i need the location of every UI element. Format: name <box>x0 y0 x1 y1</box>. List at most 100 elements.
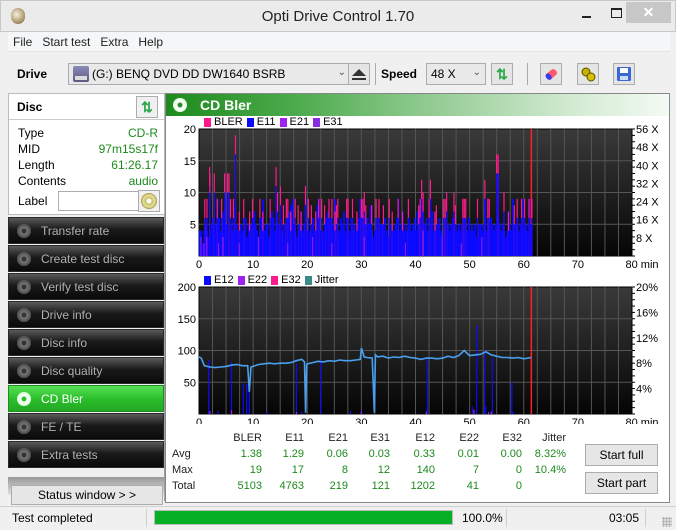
save-icon <box>617 67 631 81</box>
menu-extra[interactable]: Extra <box>95 35 133 49</box>
nav-item-disc-info[interactable]: Disc info <box>8 329 164 356</box>
disc-label-button[interactable] <box>138 190 160 212</box>
e11-bar <box>335 224 337 256</box>
e11-bar <box>290 230 292 256</box>
chart1-x-tick-label: 10 <box>247 259 259 271</box>
drive-select[interactable]: (G:) BENQ DVD DD DW1640 BSRB ⌄ <box>68 63 351 85</box>
e11-bar <box>275 186 277 256</box>
minimize-button[interactable] <box>573 2 599 23</box>
nav-item-label: Disc info <box>41 335 88 350</box>
e11-bar <box>269 217 271 256</box>
cd-icon <box>141 193 157 209</box>
e21-bar <box>363 236 365 256</box>
nav-item-drive-info[interactable]: Drive info <box>8 301 164 328</box>
left-panel: Disc ⇅ Type CD-R MID 97m15s17f Length 61:26… <box>8 93 165 505</box>
stats-row-label-total: Total <box>172 480 196 492</box>
stats-cell-total-e21: 219 <box>329 480 348 492</box>
e11-bar <box>285 217 287 256</box>
chart2-x-tick-label: 70 <box>572 417 584 424</box>
close-button[interactable]: ✕ <box>626 2 671 23</box>
e11-bar <box>401 230 404 256</box>
stats-cell-max-jitter: 10.4% <box>534 464 566 476</box>
e21-bar <box>460 243 462 256</box>
menu-start-test[interactable]: Start test <box>37 35 95 49</box>
e11-bar <box>453 211 455 256</box>
stats-cell-total-bler: 5103 <box>237 480 262 492</box>
e11-bar <box>503 211 505 256</box>
e11-bar <box>435 224 437 256</box>
eject-button[interactable] <box>348 63 370 85</box>
disc-mid-value: 97m15s17f <box>98 142 158 156</box>
e11-bar <box>228 192 230 256</box>
refresh-speed-button[interactable]: ⇅ <box>491 63 513 85</box>
chart2-x-tick-label: 50 <box>464 417 476 424</box>
start-part-button[interactable]: Start part <box>585 472 658 494</box>
e11-bar <box>382 224 385 256</box>
e11-bar <box>307 217 310 256</box>
chart1-y2-tick-label: 16 X <box>636 215 659 227</box>
resize-grip[interactable] <box>662 517 672 527</box>
disc-mid-label: MID <box>18 142 40 156</box>
chart1-y2-tick-label: 56 X <box>636 124 659 136</box>
refresh-icon: ⇅ <box>141 99 153 115</box>
e11-bar <box>465 217 467 256</box>
menu-file[interactable]: File <box>8 35 37 49</box>
stats-cell-max-e22: 7 <box>472 464 479 476</box>
disc-refresh-button[interactable]: ⇅ <box>136 96 158 118</box>
e11-bar <box>221 217 223 256</box>
nav-item-transfer-rate[interactable]: Transfer rate <box>8 217 164 244</box>
disc-icon <box>17 391 31 406</box>
e11-bar <box>443 217 445 256</box>
stats-cell-max-bler: 19 <box>249 464 262 476</box>
menu-help[interactable]: Help <box>133 35 168 49</box>
e11-bar <box>226 192 229 256</box>
chart1-y-tick-label: 10 <box>184 188 196 200</box>
disc-label-input[interactable] <box>58 191 140 211</box>
e11-bar <box>487 217 489 256</box>
e21-bar <box>238 243 240 256</box>
disc-icon <box>17 419 31 434</box>
settings-button[interactable] <box>577 63 599 85</box>
disc-label-label: Label <box>18 194 48 208</box>
e11-bar <box>513 224 515 256</box>
e21-bar <box>203 243 205 256</box>
disc-contents-label: Contents <box>18 174 67 188</box>
speed-select[interactable]: 48 X ⌄ <box>426 63 486 85</box>
e11-bar <box>463 217 465 256</box>
nav-item-disc-quality[interactable]: Disc quality <box>8 357 164 384</box>
nav-item-cd-bler[interactable]: CD Bler <box>8 385 164 412</box>
disc-type-value: CD-R <box>128 126 158 140</box>
stats-cell-avg-e32: 0.00 <box>500 448 522 460</box>
status-window-button[interactable]: Status window > > <box>11 485 163 505</box>
start-full-button[interactable]: Start full <box>585 444 658 466</box>
nav-item-label: Transfer rate <box>41 223 110 238</box>
title-bar: Opti Drive Control 1.70 ✕ <box>0 0 676 32</box>
disc-icon <box>17 307 31 322</box>
e11-bar <box>334 230 336 256</box>
nav-item-create-test-disc[interactable]: Create test disc <box>8 245 164 272</box>
stats-cell-total-e32: 0 <box>515 480 522 492</box>
nav-item-extra-tests[interactable]: Extra tests <box>8 441 164 468</box>
nav-item-label: Disc quality <box>41 363 103 378</box>
chart1-x-tick-label: 0 <box>196 259 202 271</box>
stats-header-e31: E31 <box>370 432 390 444</box>
chart2-y2-tick-label: 8% <box>636 358 652 370</box>
disc-icon <box>17 447 31 462</box>
erase-button[interactable] <box>540 63 562 85</box>
stats-cell-total-e12: 1202 <box>410 480 435 492</box>
e11-bar <box>337 217 339 256</box>
nav-item-fe-te[interactable]: FE / TE <box>8 413 164 440</box>
charts-canvas: 0 10 20 30 40 50 60 70 80 min 5 10 15 20 8 X 16 X 24 X 3… <box>178 124 660 424</box>
nav-item-verify-test-disc[interactable]: Verify test disc <box>8 273 164 300</box>
e11-bar <box>279 205 282 256</box>
eraser-icon <box>545 69 557 80</box>
e11-bar <box>397 217 399 256</box>
e11-bar <box>462 217 464 256</box>
drive-icon <box>73 66 89 82</box>
disc-icon <box>17 279 31 294</box>
stats-cell-max-e21: 8 <box>341 464 348 476</box>
e11-bar <box>391 230 393 256</box>
chart2-y2-tick-label: 16% <box>636 307 658 319</box>
speed-label: Speed <box>381 67 418 81</box>
save-button[interactable] <box>613 63 635 85</box>
